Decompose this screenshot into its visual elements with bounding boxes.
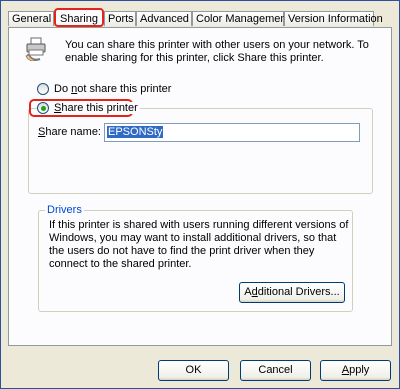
cancel-button[interactable]: Cancel — [240, 360, 311, 381]
share-settings-group — [28, 108, 373, 194]
additional-drivers-button[interactable]: Additional Drivers... — [239, 282, 345, 303]
radio-do-not-share[interactable]: Do not share this printer — [37, 83, 171, 95]
ok-button[interactable]: OK — [158, 360, 229, 381]
share-name-input[interactable]: EPSONSty — [104, 123, 360, 142]
drivers-group-title: Drivers — [45, 204, 84, 216]
radio-share-this-printer[interactable]: Share this printer — [37, 102, 140, 114]
printer-properties-dialog: General Sharing Ports Advanced Color Man… — [0, 0, 400, 389]
tab-sharing[interactable]: Sharing — [54, 8, 104, 27]
drivers-description: If this printer is shared with users run… — [49, 219, 349, 270]
tab-color-management[interactable]: Color Management — [192, 11, 290, 26]
tab-ports[interactable]: Ports — [104, 11, 136, 26]
apply-button[interactable]: Apply — [320, 360, 391, 381]
share-name-value: EPSONSty — [107, 126, 164, 138]
tab-advanced[interactable]: Advanced — [136, 11, 192, 26]
radio-button-checked[interactable] — [37, 102, 49, 114]
radio-do-not-share-label: Do not share this printer — [54, 83, 172, 95]
printer-share-icon — [25, 37, 46, 61]
share-name-label: Share name: — [38, 126, 101, 138]
tab-version-information[interactable]: Version Information — [284, 11, 383, 26]
radio-share-label: Share this printer — [54, 102, 138, 114]
radio-button[interactable] — [37, 83, 49, 95]
tab-general[interactable]: General — [8, 11, 54, 26]
sharing-intro-text: You can share this printer with other us… — [65, 39, 369, 64]
